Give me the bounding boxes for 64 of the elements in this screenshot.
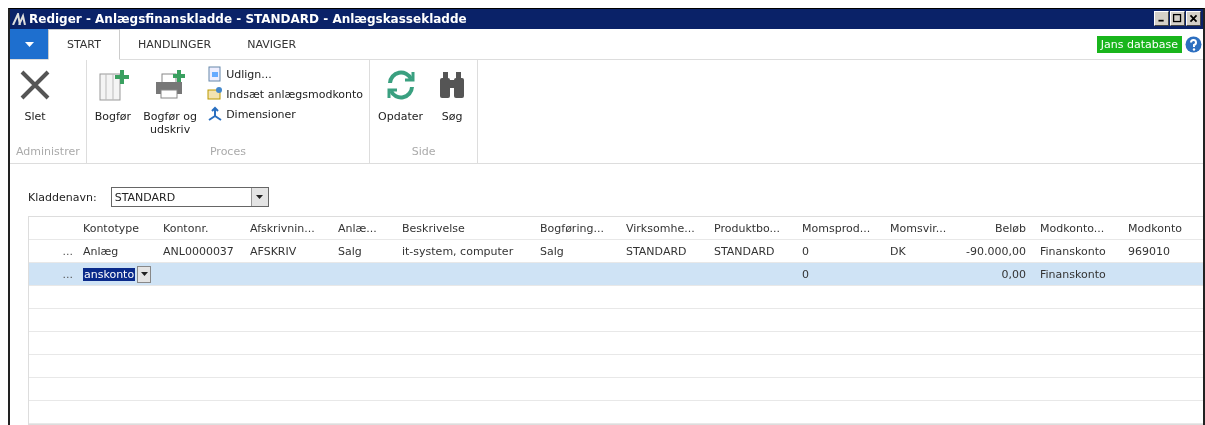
table-cell: AFSKRIV: [250, 244, 297, 258]
table-cell: Finanskonto: [1040, 267, 1106, 281]
table-cell: 969010: [1128, 244, 1170, 258]
database-badge: Jans database: [1096, 35, 1182, 53]
table-cell: 0: [802, 267, 809, 281]
ribbon-button[interactable]: Bogfør: [92, 66, 134, 126]
column-header[interactable]: Beløb: [946, 221, 1036, 235]
column-header[interactable]: Modkonto...: [1036, 221, 1124, 235]
table-cell: 0,00: [1001, 267, 1026, 281]
app-logo-icon: [12, 12, 26, 25]
column-header[interactable]: Kontotype: [79, 221, 159, 235]
ribbon-tab[interactable]: START: [48, 28, 120, 61]
table-cell: STANDARD: [714, 244, 775, 258]
column-header[interactable]: Afskrivnin...: [246, 221, 334, 235]
table-cell: DK: [890, 244, 906, 258]
caret-icon: [140, 272, 148, 276]
close-button[interactable]: [1186, 11, 1201, 27]
table-cell: Salg: [540, 244, 564, 258]
group-label: Proces: [208, 145, 247, 161]
row-menu[interactable]: ...: [29, 267, 79, 281]
ribbon-button[interactable]: Dimensioner: [207, 106, 364, 123]
group-label: Administrer: [16, 145, 80, 161]
ribbon-tab[interactable]: HANDLINGER: [119, 28, 230, 60]
column-header[interactable]: Beskrivelse: [398, 221, 536, 235]
journal-dropdown[interactable]: STANDARD: [110, 187, 269, 208]
ribbon-button[interactable]: Opdater: [376, 66, 426, 126]
dropdown-button[interactable]: [137, 265, 152, 283]
caret-icon: [256, 195, 264, 200]
ribbon-button[interactable]: Udlign...: [207, 66, 364, 83]
column-header[interactable]: Bogføring...: [536, 221, 622, 235]
minimize-button[interactable]: [1154, 11, 1169, 27]
ribbon-button[interactable]: Indsæt anlægsmodkonto: [207, 86, 364, 103]
column-header[interactable]: Momsprod...: [798, 221, 886, 235]
column-header[interactable]: Produktbo...: [710, 221, 798, 235]
table-cell: ANL0000037: [163, 244, 234, 258]
column-header[interactable]: Momsvir...: [886, 221, 946, 235]
group-label: Side: [410, 145, 437, 161]
account-type-field[interactable]: anskonto: [83, 267, 136, 281]
table-cell: Finanskonto: [1040, 244, 1106, 258]
ribbon-button[interactable]: Slet: [16, 66, 54, 126]
ribbon-tab[interactable]: NAVIGER: [229, 28, 315, 60]
ribbon-button[interactable]: Søg: [433, 66, 472, 126]
window-title: Rediger - Anlægsfinanskladde - STANDARD - Anlægskassekladde: [29, 11, 468, 26]
column-header[interactable]: Modkonto: [1124, 221, 1194, 235]
field-label: Kladdenavn:: [28, 190, 97, 204]
table-cell: it-system, computer: [402, 244, 514, 258]
table-cell: STANDARD: [626, 244, 687, 258]
help-icon[interactable]: [1185, 35, 1202, 53]
column-header[interactable]: Virksomhe...: [622, 221, 710, 235]
insert-icon: [207, 86, 224, 103]
caret-icon: [24, 41, 34, 47]
column-header[interactable]: Anlæ...: [334, 221, 398, 235]
row-menu[interactable]: ...: [29, 244, 79, 258]
table-cell: -90.000,00: [966, 244, 1026, 258]
table-cell: Salg: [338, 244, 362, 258]
ribbon-button[interactable]: Bogfør og udskriv: [141, 66, 200, 139]
column-header[interactable]: Kontonr.: [159, 221, 246, 235]
document-icon: [207, 66, 224, 83]
table-row[interactable]: ... anskonto 0 0,00 Finanskonto: [29, 263, 1203, 286]
table-cell: 0: [802, 244, 809, 258]
app-menu-button[interactable]: [10, 28, 48, 60]
dimensions-icon: [207, 106, 224, 123]
maximize-button[interactable]: [1170, 11, 1185, 27]
table-cell: Anlæg: [83, 244, 119, 258]
